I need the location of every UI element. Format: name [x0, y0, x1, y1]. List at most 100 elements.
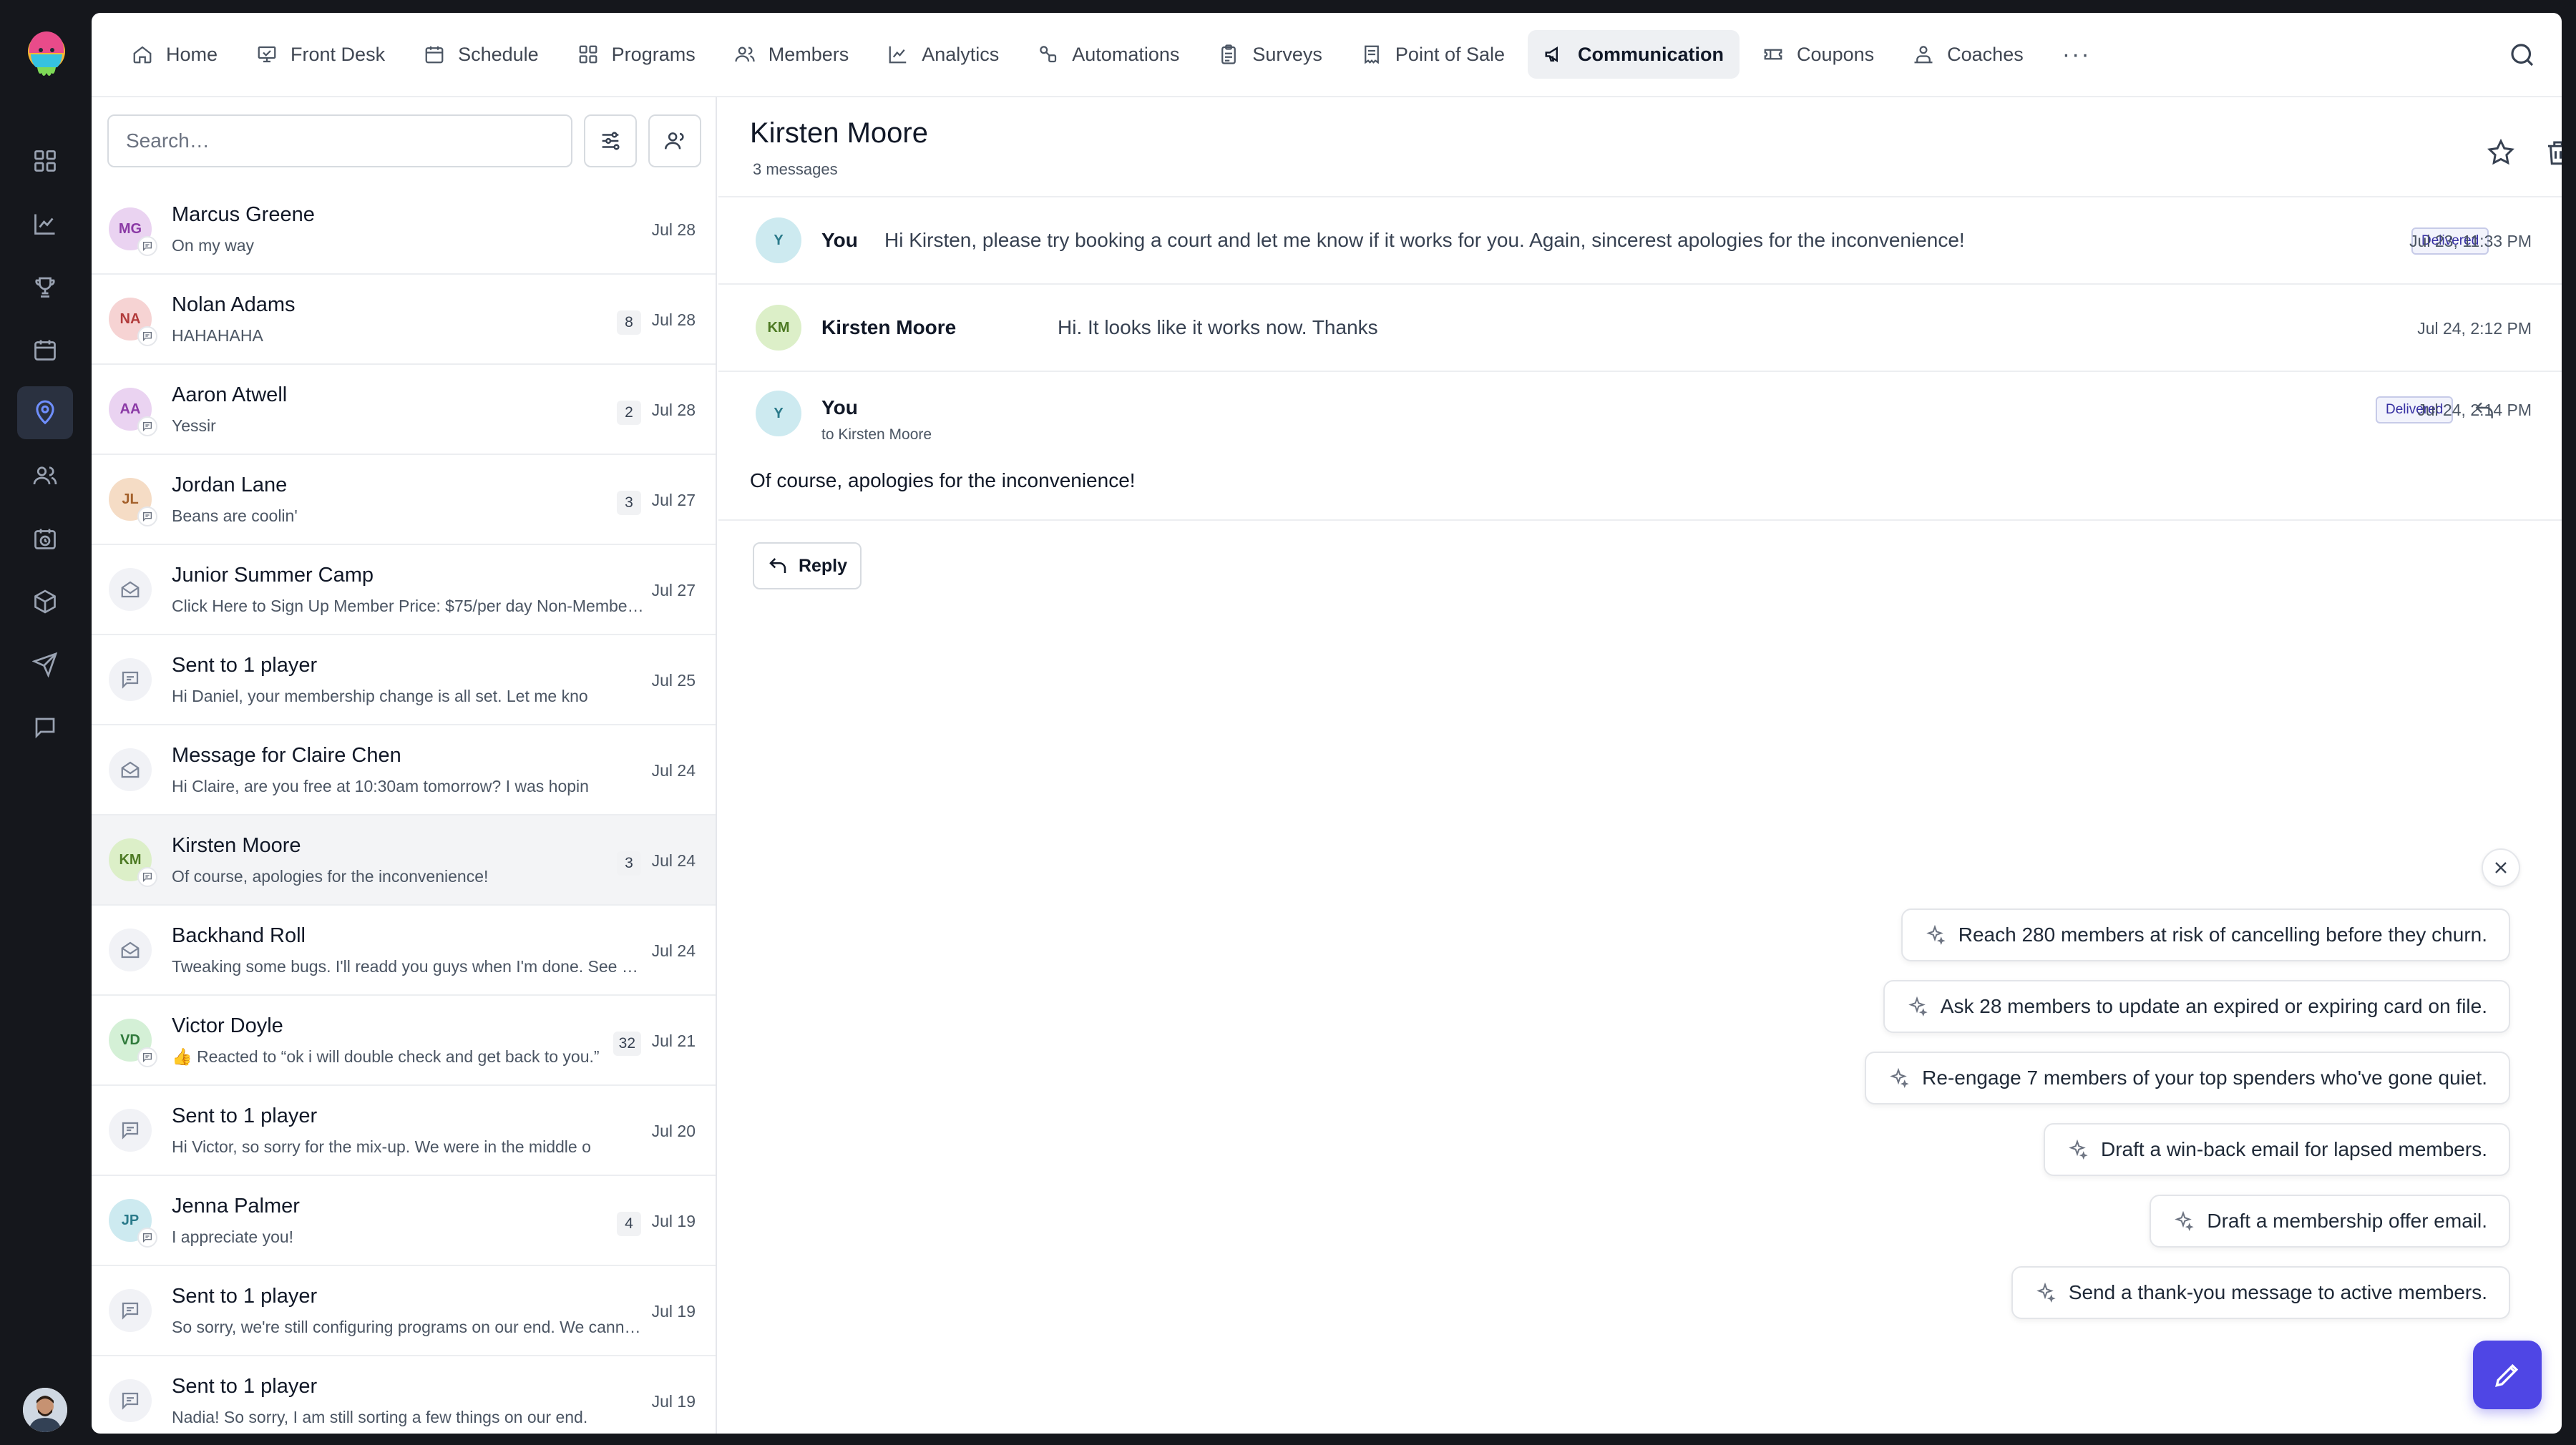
nav-point-of-sale[interactable]: Point of Sale	[1345, 30, 1521, 79]
send-icon[interactable]	[27, 647, 63, 682]
user-group-icon	[664, 132, 684, 150]
chat-icon[interactable]	[27, 710, 63, 745]
nav-label: Schedule	[458, 43, 539, 65]
suggestion-text: Draft a win-back email for lapsed member…	[2101, 1138, 2487, 1160]
nav-coaches[interactable]: Coaches	[1897, 30, 2039, 79]
conversation-item[interactable]: JP Jenna Palmer I appreciate you! 4 Jul 19	[92, 1176, 716, 1266]
message-count: 3 messages	[753, 160, 838, 178]
suggestion-chip[interactable]: Draft a win-back email for lapsed member…	[2044, 1123, 2510, 1176]
suggestion-text: Send a thank-you message to active membe…	[2068, 1281, 2487, 1303]
nav-label: Surveys	[1252, 43, 1322, 65]
suggestion-chip[interactable]: Ask 28 members to update an expired or e…	[1883, 980, 2510, 1033]
users-icon[interactable]	[27, 458, 63, 494]
conversation-preview: Hi Claire, are you free at 10:30am tomor…	[172, 777, 589, 795]
nav-surveys[interactable]: Surveys	[1202, 30, 1338, 79]
conversation-item[interactable]: Backhand Roll Tweaking some bugs. I'll re…	[92, 906, 716, 996]
nav-home[interactable]: Home	[116, 30, 233, 79]
thread-title: Kirsten Moore	[750, 117, 928, 149]
conversation-item[interactable]: VD Victor Doyle 👍 Reacted to “ok i will do…	[92, 996, 716, 1086]
conversation-preview: Hi Daniel, your membership change is all…	[172, 687, 588, 705]
clipboard-icon	[1221, 44, 1236, 64]
sms-icon	[109, 1109, 152, 1152]
search-icon[interactable]	[2507, 40, 2537, 70]
conversation-item[interactable]: Sent to 1 player Hi Daniel, your membersh…	[92, 635, 716, 725]
conversation-name: Sent to 1 player	[172, 654, 318, 677]
top-navigation: Home Front Desk Schedule Programs Member…	[92, 13, 2562, 97]
conversation-preview: 👍 Reacted to “ok i will double check and…	[172, 1047, 600, 1066]
unread-count: 2	[617, 401, 641, 425]
suggestion-text: Draft a membership offer email.	[2207, 1210, 2487, 1232]
conversation-item[interactable]: KM Kirsten Moore Of course, apologies for …	[92, 815, 716, 906]
conversation-item[interactable]: Sent to 1 player So sorry, we're still co…	[92, 1266, 716, 1356]
package-icon[interactable]	[27, 584, 63, 619]
search-input[interactable]	[107, 114, 572, 167]
suggestion-text: Re-engage 7 members of your top spenders…	[1922, 1067, 2487, 1089]
pencil-icon	[2495, 1363, 2519, 1387]
location-pin-icon[interactable]	[17, 386, 73, 439]
message-sender: You	[821, 396, 858, 418]
conversation-name: Junior Summer Camp	[172, 564, 374, 587]
left-rail	[0, 0, 92, 1445]
email-icon	[109, 929, 152, 971]
conversation-preview: Yessir	[172, 416, 216, 435]
sparkle-icon	[2036, 1282, 2056, 1303]
conversation-name: Message for Claire Chen	[172, 744, 401, 767]
reply-label: Reply	[798, 555, 848, 576]
trophy-icon[interactable]	[27, 269, 63, 305]
suggestion-text: Reach 280 members at risk of cancelling …	[1958, 924, 2487, 946]
nav-automations[interactable]: Automations	[1022, 30, 1195, 79]
message-time: Jul 23, 11:33 PM	[2409, 232, 2532, 250]
users-icon	[735, 46, 755, 62]
nav-label: Coupons	[1797, 43, 1875, 65]
suggestion-chip[interactable]: Send a thank-you message to active membe…	[2011, 1266, 2510, 1319]
message-item: Y You to Kirsten Moore Delivered Jul 24,…	[718, 372, 2562, 521]
conversation-name: Sent to 1 player	[172, 1104, 318, 1127]
conversation-item[interactable]: AA Aaron Atwell Yessir 2 Jul 28	[92, 365, 716, 455]
nav-front-desk[interactable]: Front Desk	[240, 30, 401, 79]
suggestion-text: Ask 28 members to update an expired or e…	[1940, 995, 2487, 1017]
conversation-item[interactable]: Message for Claire Chen Hi Claire, are yo…	[92, 725, 716, 815]
conversation-item[interactable]: Junior Summer Camp Click Here to Sign Up …	[92, 545, 716, 635]
conversation-item[interactable]: NA Nolan Adams HAHAHAHA 8 Jul 28	[92, 275, 716, 365]
schedule-clock-icon[interactable]	[27, 521, 63, 557]
contacts-button[interactable]	[648, 114, 701, 167]
calendar-icon	[425, 46, 444, 64]
sms-icon	[109, 1379, 152, 1422]
coach-icon	[1914, 46, 1933, 64]
app-logo-icon[interactable]	[26, 31, 67, 82]
trash-icon[interactable]	[2543, 137, 2562, 167]
suggestion-chip[interactable]: Re-engage 7 members of your top spenders…	[1865, 1052, 2510, 1104]
sms-badge-icon	[137, 326, 157, 346]
nav-label: Communication	[1578, 43, 1724, 65]
nav-schedule[interactable]: Schedule	[408, 30, 555, 79]
filter-button[interactable]	[584, 114, 637, 167]
conversation-item[interactable]: MG Marcus Greene On my way Jul 28	[92, 185, 716, 275]
analytics-icon[interactable]	[27, 206, 63, 242]
receipt-icon	[1365, 45, 1379, 64]
nav-programs[interactable]: Programs	[562, 30, 711, 79]
dashboard-icon[interactable]	[27, 143, 63, 179]
suggestion-chip[interactable]: Draft a membership offer email.	[2150, 1195, 2510, 1248]
nav-coupons[interactable]: Coupons	[1747, 30, 1890, 79]
reply-button[interactable]: Reply	[753, 542, 862, 589]
conversation-preview: I appreciate you!	[172, 1228, 294, 1246]
close-suggestions-button[interactable]	[2482, 848, 2520, 887]
suggestion-chip[interactable]: Reach 280 members at risk of cancelling …	[1901, 908, 2510, 961]
email-icon	[109, 748, 152, 791]
conversation-item[interactable]: JL Jordan Lane Beans are coolin' 3 Jul 27	[92, 455, 716, 545]
sparkle-icon	[1908, 996, 1928, 1017]
conversation-item[interactable]: Sent to 1 player Nadia! So sorry, I am st…	[92, 1356, 716, 1434]
conversation-name: Victor Doyle	[172, 1014, 283, 1037]
more-menu-button[interactable]: ···	[2046, 41, 2107, 69]
star-icon[interactable]	[2486, 137, 2516, 167]
nav-communication[interactable]: Communication	[1528, 30, 1740, 79]
user-avatar[interactable]	[23, 1388, 67, 1432]
conversation-item[interactable]: Sent to 1 player Hi Victor, so sorry for …	[92, 1086, 716, 1176]
message-text: Hi Kirsten, please try booking a court a…	[884, 229, 1965, 251]
conversation-name: Jenna Palmer	[172, 1195, 300, 1218]
nav-analytics[interactable]: Analytics	[872, 30, 1015, 79]
nav-members[interactable]: Members	[718, 30, 865, 79]
compose-button[interactable]	[2473, 1341, 2542, 1409]
calendar-icon[interactable]	[27, 332, 63, 368]
conversation-preview: On my way	[172, 236, 255, 255]
